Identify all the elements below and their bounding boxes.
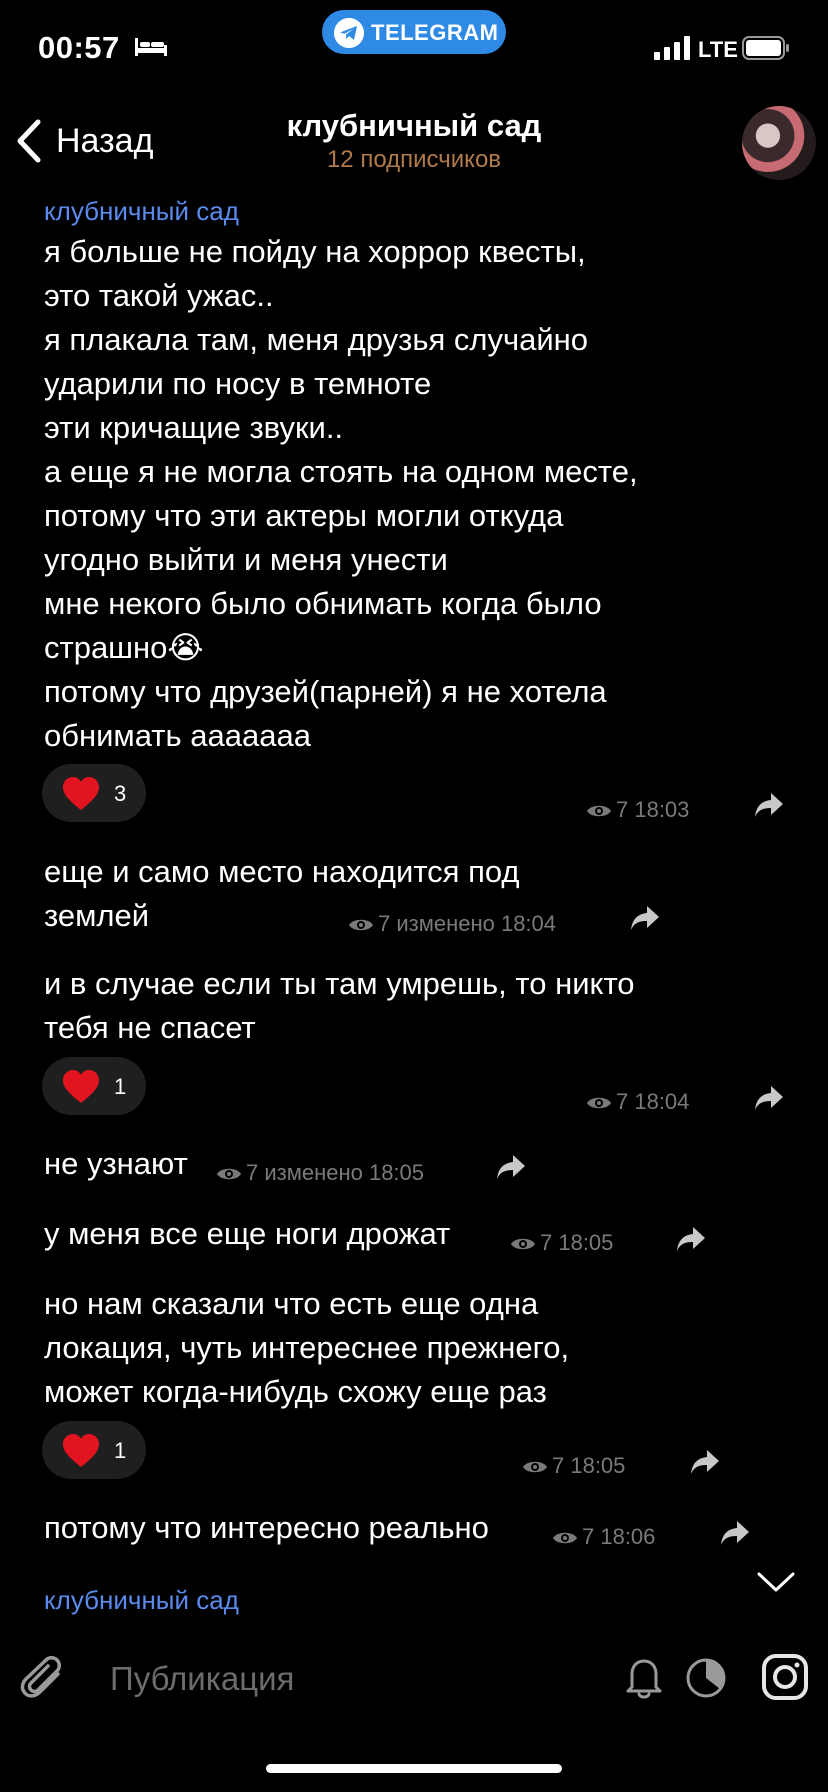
- channel-avatar[interactable]: [742, 106, 816, 180]
- message-meta: 7 18:05: [522, 1453, 625, 1479]
- message-meta: 7 изменено 18:04: [348, 911, 556, 937]
- views-time: 7 18:05: [540, 1230, 614, 1255]
- status-time: 00:57: [38, 30, 120, 65]
- heart-icon: [63, 1070, 99, 1103]
- reaction-heart[interactable]: 1: [42, 1057, 146, 1115]
- views-time: 7 18:06: [582, 1524, 656, 1549]
- message-meta: 7 18:04: [586, 1089, 689, 1115]
- reaction-heart[interactable]: 3: [42, 764, 146, 822]
- home-indicator: [266, 1764, 562, 1773]
- message-text: у меня все еще ноги дрожат: [44, 1216, 451, 1251]
- telegram-label: TELEGRAM: [371, 20, 499, 45]
- eye-icon: [553, 1532, 577, 1544]
- instagram-icon[interactable]: [762, 1654, 808, 1700]
- network-label: LTE: [698, 37, 738, 62]
- reaction-heart[interactable]: 1: [42, 1421, 146, 1479]
- message-meta: 7 18:03: [586, 797, 689, 823]
- share-icon[interactable]: [690, 1449, 720, 1475]
- views-time: 7 изменено 18:04: [378, 911, 557, 936]
- share-icon[interactable]: [754, 1085, 784, 1111]
- telegram-icon: [334, 18, 364, 48]
- eye-icon: [523, 1461, 547, 1473]
- bell-icon[interactable]: [624, 1654, 664, 1700]
- views-time: 7 изменено 18:05: [246, 1160, 425, 1185]
- message-meta: 7 18:05: [510, 1230, 613, 1256]
- eye-icon: [587, 1097, 611, 1109]
- message-text: не узнают: [44, 1146, 188, 1181]
- views-time: 7 18:04: [616, 1089, 690, 1114]
- eye-icon: [511, 1238, 535, 1250]
- message-author[interactable]: клубничный сад: [44, 196, 239, 227]
- message-author[interactable]: клубничный сад: [44, 1585, 239, 1616]
- share-icon[interactable]: [676, 1226, 706, 1252]
- share-icon[interactable]: [720, 1520, 750, 1546]
- share-icon[interactable]: [496, 1154, 526, 1180]
- heart-icon: [63, 777, 99, 810]
- channel-title[interactable]: клубничный сад: [0, 108, 828, 144]
- chevron-down-icon[interactable]: [756, 1570, 796, 1594]
- views-time: 7 18:03: [616, 797, 690, 822]
- reaction-count: 1: [114, 1074, 127, 1099]
- message-text: но нам сказали что есть еще одна локация…: [44, 1286, 570, 1409]
- eye-icon: [587, 805, 611, 817]
- reaction-count: 1: [114, 1438, 127, 1463]
- paperclip-icon[interactable]: [20, 1654, 68, 1706]
- share-icon[interactable]: [630, 905, 660, 931]
- timer-icon[interactable]: [684, 1654, 728, 1700]
- reaction-count: 3: [114, 781, 127, 806]
- eye-icon: [217, 1168, 241, 1180]
- heart-icon: [63, 1434, 99, 1467]
- share-icon[interactable]: [754, 792, 784, 818]
- message-text: и в случае если ты там умрешь, то никто …: [44, 966, 635, 1045]
- subscriber-count: 12 подписчиков: [326, 146, 502, 173]
- post-input[interactable]: Публикация: [110, 1660, 294, 1698]
- message-meta: 7 изменено 18:05: [216, 1160, 424, 1186]
- bed-icon: [135, 38, 167, 56]
- views-time: 7 18:05: [552, 1453, 626, 1478]
- message-text: потому что интересно реально: [44, 1510, 489, 1545]
- message-meta: 7 18:06: [552, 1524, 655, 1550]
- battery-icon: [742, 36, 789, 60]
- eye-icon: [349, 919, 373, 931]
- message-text: я больше не пойду на хоррор квесты, это …: [44, 234, 638, 753]
- signal-icon: [654, 36, 690, 60]
